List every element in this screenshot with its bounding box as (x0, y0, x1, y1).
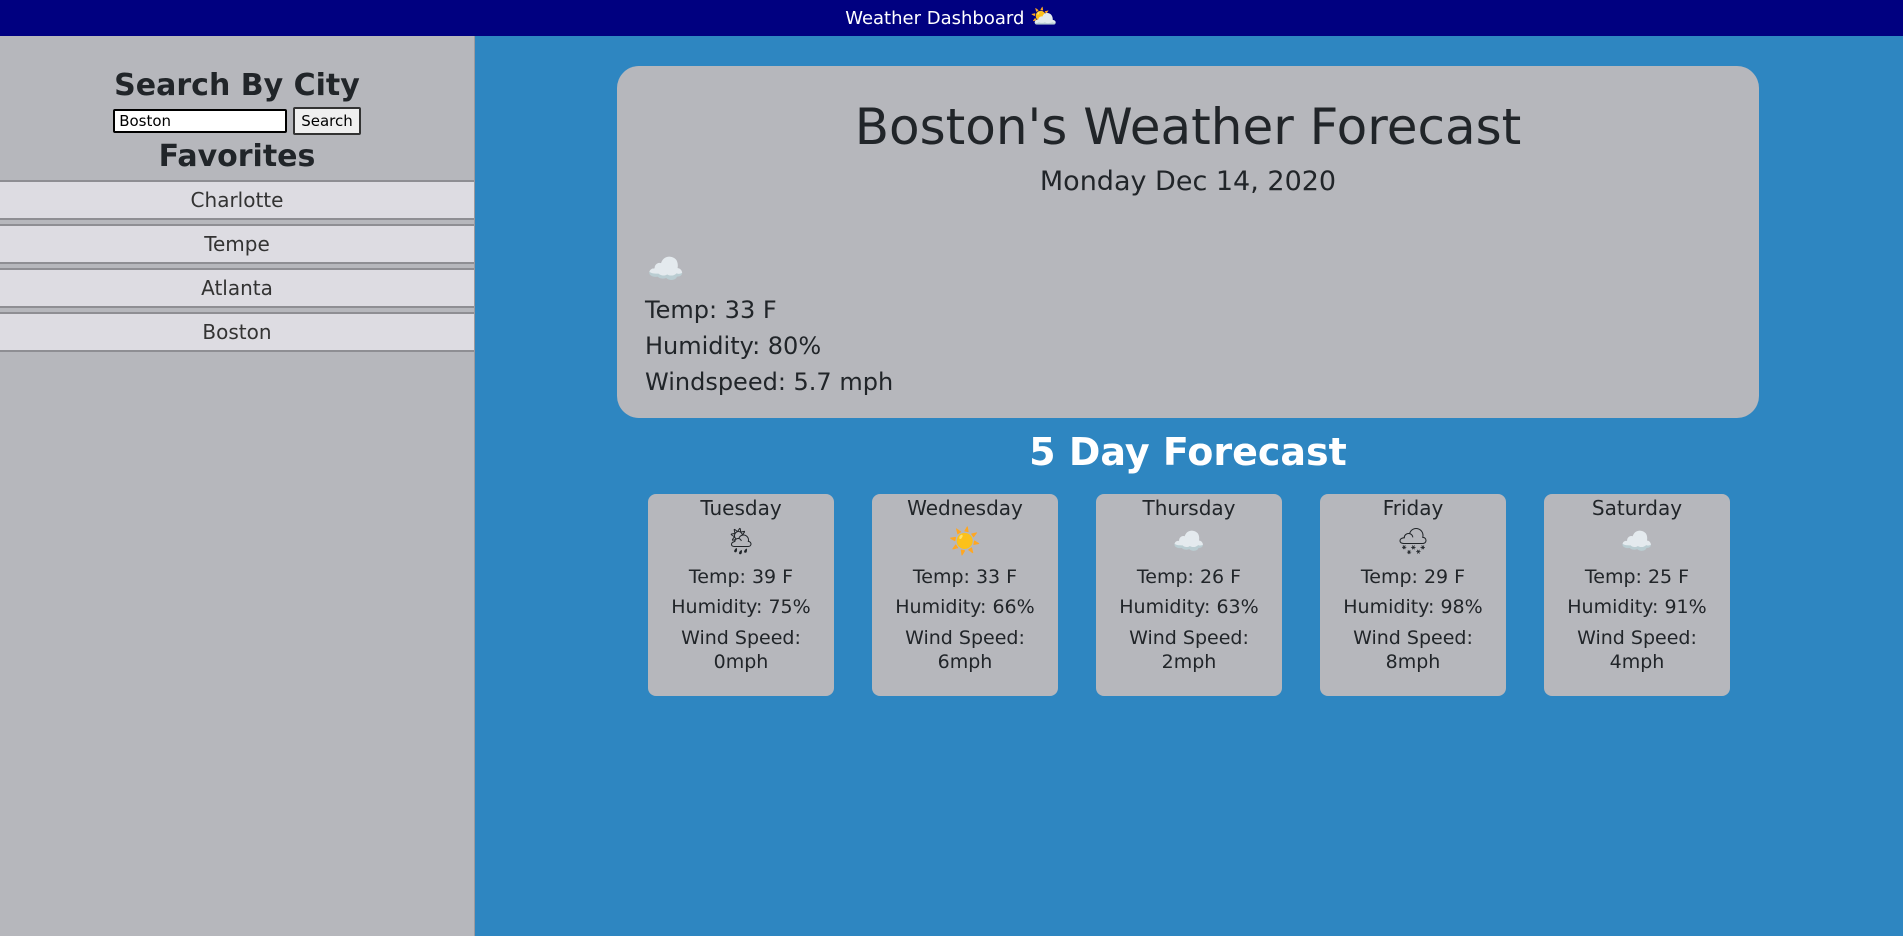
forecast-card-wednesday: Wednesday ☀️ Temp: 33 F Humidity: 66% Wi… (872, 494, 1058, 696)
current-temp: Temp: 33 F (645, 296, 777, 324)
current-humidity: Humidity: 80% (645, 332, 822, 360)
forecast-card-friday: Friday 🌨 Temp: 29 F Humidity: 98% Wind S… (1320, 494, 1506, 696)
forecast-day: Wednesday (907, 496, 1023, 520)
forecast-temp: Temp: 29 F (1360, 566, 1466, 588)
forecast-humidity: Humidity: 63% (1119, 596, 1259, 618)
forecast-day: Saturday (1591, 496, 1683, 520)
forecast-humidity: Humidity: 75% (671, 596, 811, 618)
search-button[interactable]: Search (293, 107, 361, 135)
sun-icon: ☀️ (948, 527, 982, 557)
current-date: Monday Dec 14, 2020 (1039, 166, 1337, 197)
favorite-item-tempe[interactable]: Tempe (0, 224, 474, 264)
current-weather-card: Boston's Weather Forecast Monday Dec 14,… (617, 66, 1759, 418)
forecast-wind-label: Wind Speed: (1577, 627, 1697, 649)
favorites-list: Charlotte Tempe Atlanta Boston (0, 180, 474, 352)
search-title: Search By City (114, 68, 360, 103)
forecast-row: Tuesday 🌦 Temp: 39 F Humidity: 75% Wind … (648, 494, 1730, 696)
snow-cloud-icon: 🌨 (1396, 527, 1430, 557)
forecast-wind-label: Wind Speed: (1353, 627, 1473, 649)
forecast-wind-value: 0mph (713, 651, 769, 673)
favorite-item-boston[interactable]: Boston (0, 312, 474, 352)
city-search-input[interactable] (113, 109, 288, 133)
cloud-icon: ☁️ (1172, 527, 1206, 557)
main-content: Boston's Weather Forecast Monday Dec 14,… (475, 36, 1903, 936)
favorites-title: Favorites (158, 139, 316, 174)
forecast-wind-value: 8mph (1385, 651, 1441, 673)
forecast-day: Friday (1382, 496, 1444, 520)
forecast-temp: Temp: 26 F (1136, 566, 1242, 588)
forecast-wind-label: Wind Speed: (905, 627, 1025, 649)
forecast-humidity: Humidity: 91% (1567, 596, 1707, 618)
favorite-item-charlotte[interactable]: Charlotte (0, 180, 474, 220)
rain-cloud-sun-icon: 🌦 (724, 527, 758, 557)
forecast-card-saturday: Saturday ☁️ Temp: 25 F Humidity: 91% Win… (1544, 494, 1730, 696)
top-bar: Weather Dashboard ⛅ (0, 0, 1903, 36)
cloud-moon-icon: ☁️ (647, 252, 685, 287)
forecast-day: Thursday (1142, 496, 1236, 520)
search-row: Search (0, 107, 474, 135)
forecast-wind-label: Wind Speed: (1129, 627, 1249, 649)
five-day-forecast-title: 5 Day Forecast (1029, 430, 1347, 474)
favorite-item-atlanta[interactable]: Atlanta (0, 268, 474, 308)
forecast-card-tuesday: Tuesday 🌦 Temp: 39 F Humidity: 75% Wind … (648, 494, 834, 696)
forecast-temp: Temp: 25 F (1584, 566, 1690, 588)
forecast-temp: Temp: 33 F (912, 566, 1018, 588)
cloud-icon: ☁️ (1620, 527, 1654, 557)
city-forecast-title: Boston's Weather Forecast (854, 98, 1522, 156)
forecast-wind-value: 6mph (937, 651, 993, 673)
forecast-day: Tuesday (700, 496, 782, 520)
app-title: Weather Dashboard (845, 7, 1025, 29)
forecast-card-thursday: Thursday ☁️ Temp: 26 F Humidity: 63% Win… (1096, 494, 1282, 696)
current-windspeed: Windspeed: 5.7 mph (645, 368, 894, 396)
sidebar: Search By City Search Favorites Charlott… (0, 36, 475, 936)
forecast-temp: Temp: 39 F (688, 566, 794, 588)
sun-behind-cloud-icon: ⛅ (1030, 5, 1058, 30)
forecast-wind-value: 4mph (1609, 651, 1665, 673)
forecast-humidity: Humidity: 98% (1343, 596, 1483, 618)
forecast-humidity: Humidity: 66% (895, 596, 1035, 618)
forecast-wind-value: 2mph (1161, 651, 1217, 673)
forecast-wind-label: Wind Speed: (681, 627, 801, 649)
